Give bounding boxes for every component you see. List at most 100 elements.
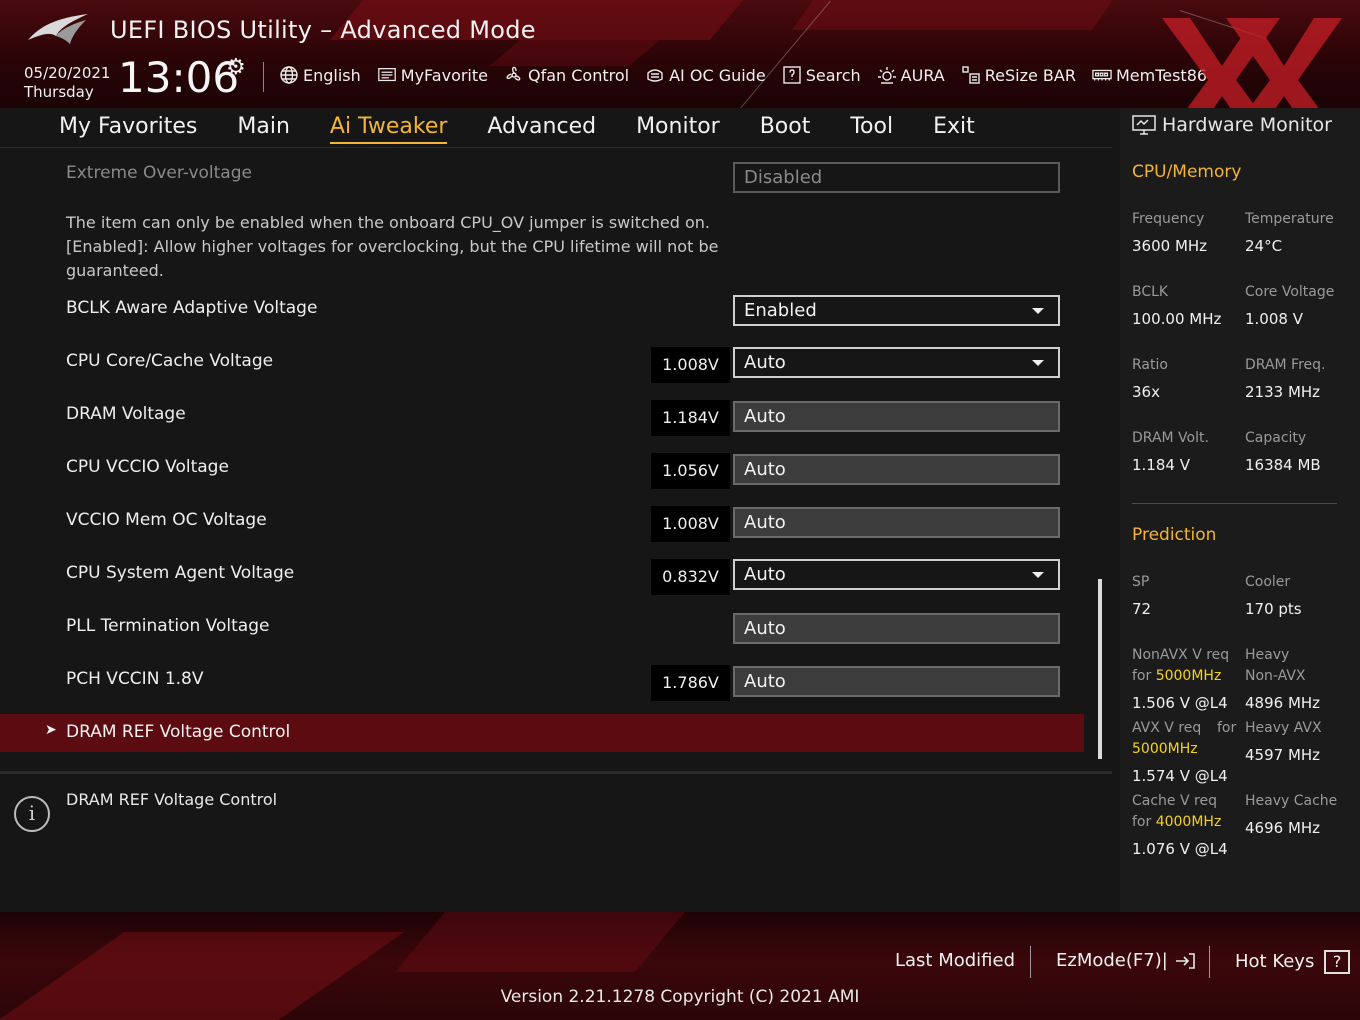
divider <box>1209 946 1210 978</box>
dram-voltage-input[interactable]: Auto <box>733 401 1060 432</box>
tab-ai-tweaker[interactable]: Ai Tweaker <box>329 112 448 144</box>
hot-keys-button[interactable]: Hot Keys ? <box>1235 950 1351 974</box>
tab-tool[interactable]: Tool <box>850 112 893 144</box>
info-icon: i <box>14 796 50 832</box>
language-button[interactable]: English <box>279 65 361 85</box>
cache-req-for: for 4000MHz <box>1132 814 1221 830</box>
header: UEFI BIOS Utility – Advanced Mode 05/20/… <box>0 0 1360 108</box>
tab-main[interactable]: Main <box>237 112 290 144</box>
resize-bar-button[interactable]: ReSize BAR <box>961 65 1076 85</box>
extreme-over-voltage-select: Disabled <box>733 162 1060 193</box>
voltage-reading: 0.832V <box>651 559 730 595</box>
cpu-core-cache-voltage-dropdown[interactable]: Auto <box>733 347 1060 378</box>
search-button[interactable]: Search <box>782 65 861 85</box>
submenu-dram-ref-voltage-control[interactable]: ➤ DRAM REF Voltage Control <box>0 714 1084 752</box>
avx-req-label: AVX V req <box>1132 720 1202 736</box>
heavy-nonavx-label-2: Non-AVX <box>1245 668 1306 684</box>
setting-label: CPU System Agent Voltage <box>66 563 295 583</box>
divider <box>1030 946 1031 978</box>
capacity-value: 16384 MB <box>1245 456 1321 474</box>
last-modified-button[interactable]: Last Modified <box>895 950 1015 971</box>
voltage-reading: 1.008V <box>651 506 730 542</box>
core-voltage-label: Core Voltage <box>1245 284 1335 300</box>
setting-label: CPU VCCIO Voltage <box>66 457 229 477</box>
setting-description: The item can only be enabled when the on… <box>66 213 719 280</box>
cpu-vccio-voltage-input[interactable]: Auto <box>733 454 1060 485</box>
setting-label: Extreme Over-voltage <box>66 163 252 183</box>
avx-req-for: for <box>1217 720 1237 736</box>
cooler-value: 170 pts <box>1245 600 1302 618</box>
heavy-avx-value: 4597 MHz <box>1245 746 1321 764</box>
nonavx-req-label: NonAVX V req <box>1132 647 1230 663</box>
cache-req-label: Cache V req <box>1132 793 1217 809</box>
setting-label: VCCIO Mem OC Voltage <box>66 510 267 530</box>
dram-volt-label: DRAM Volt. <box>1132 430 1209 446</box>
fan-icon <box>506 66 521 81</box>
hardware-monitor-title-text: Hardware Monitor <box>1162 114 1332 136</box>
globe-icon <box>280 66 298 84</box>
dram-freq-value: 2133 MHz <box>1245 383 1321 401</box>
tab-exit[interactable]: Exit <box>933 112 975 144</box>
settings-list: Extreme Over-voltage Disabled The item c… <box>0 149 1112 769</box>
bios-screen: UEFI BIOS Utility – Advanced Mode 05/20/… <box>0 0 1360 1020</box>
nonavx-req-value: 1.506 V @L4 <box>1132 694 1228 712</box>
main-menu: My Favorites Main Ai Tweaker Advanced Mo… <box>59 112 975 144</box>
heavy-cache-value: 4696 MHz <box>1245 819 1321 837</box>
cooler-label: Cooler <box>1245 574 1291 590</box>
toolbar: English MyFavorite Qfan Control AI OC Gu… <box>279 62 1207 88</box>
cpu-system-agent-voltage-dropdown[interactable]: Auto <box>733 559 1060 590</box>
ai-oc-guide-label: AI OC Guide <box>669 65 766 85</box>
ezmode-label: EzMode(F7)| <box>1056 950 1168 971</box>
sp-value: 72 <box>1132 600 1152 618</box>
cache-req-value: 1.076 V @L4 <box>1132 840 1228 858</box>
hardware-monitor-panel: Hardware Monitor CPU/Memory Frequency 36… <box>1120 108 1360 913</box>
chevron-down-icon <box>1032 572 1044 578</box>
day-text: Thursday <box>24 83 94 101</box>
ezmode-button[interactable]: EzMode(F7)| <box>1056 950 1196 971</box>
tab-boot[interactable]: Boot <box>760 112 811 144</box>
submenu-arrow-icon: ➤ <box>45 722 57 738</box>
oc-guide-icon <box>647 69 663 82</box>
prediction-heading: Prediction <box>1132 525 1217 545</box>
capacity-label: Capacity <box>1245 430 1307 446</box>
date-text: 05/20/2021 <box>24 64 111 82</box>
monitor-icon <box>1132 115 1156 135</box>
header-decoration <box>740 0 831 108</box>
frequency-value: 3600 MHz <box>1132 237 1208 255</box>
dram-volt-value: 1.184 V <box>1132 456 1190 474</box>
scrollbar-thumb[interactable] <box>1098 579 1102 759</box>
app-title: UEFI BIOS Utility – Advanced Mode <box>110 16 536 44</box>
dropdown-value: Auto <box>744 564 786 585</box>
search-icon <box>782 66 801 84</box>
tab-monitor[interactable]: Monitor <box>636 112 720 144</box>
clock-settings-gear-icon[interactable]: ⚙ <box>226 55 246 80</box>
resize-bar-icon <box>962 66 980 84</box>
ratio-value: 36x <box>1132 383 1160 401</box>
core-voltage-value: 1.008 V <box>1245 310 1303 328</box>
submenu-label: DRAM REF Voltage Control <box>66 722 291 742</box>
ratio-label: Ratio <box>1132 357 1168 373</box>
heavy-nonavx-label-1: Heavy <box>1245 647 1290 663</box>
dram-freq-label: DRAM Freq. <box>1245 357 1326 373</box>
setting-label: CPU Core/Cache Voltage <box>66 351 274 371</box>
qfan-control-label: Qfan Control <box>528 65 630 85</box>
myfavorite-label: MyFavorite <box>400 65 488 85</box>
myfavorite-button[interactable]: MyFavorite <box>377 65 488 85</box>
setting-label: DRAM Voltage <box>66 404 186 424</box>
tab-my-favorites[interactable]: My Favorites <box>59 112 197 144</box>
chevron-down-icon <box>1032 308 1044 314</box>
tab-advanced[interactable]: Advanced <box>487 112 596 144</box>
ai-oc-guide-button[interactable]: AI OC Guide <box>645 65 766 85</box>
vccio-mem-oc-voltage-input[interactable]: Auto <box>733 507 1060 538</box>
pch-vccin-1-8v-input[interactable]: Auto <box>733 666 1060 697</box>
dropdown-value: Auto <box>744 352 786 373</box>
bclk-aware-adaptive-voltage-dropdown[interactable]: Enabled <box>733 295 1060 326</box>
heavy-nonavx-value: 4896 MHz <box>1245 694 1321 712</box>
pll-termination-voltage-input[interactable]: Auto <box>733 613 1060 644</box>
divider <box>263 62 264 92</box>
aura-button[interactable]: AURA <box>877 65 945 85</box>
setting-label: PCH VCCIN 1.8V <box>66 669 204 689</box>
voltage-reading: 1.056V <box>651 453 730 489</box>
qfan-control-button[interactable]: Qfan Control <box>504 65 629 85</box>
aura-label: AURA <box>900 65 945 85</box>
